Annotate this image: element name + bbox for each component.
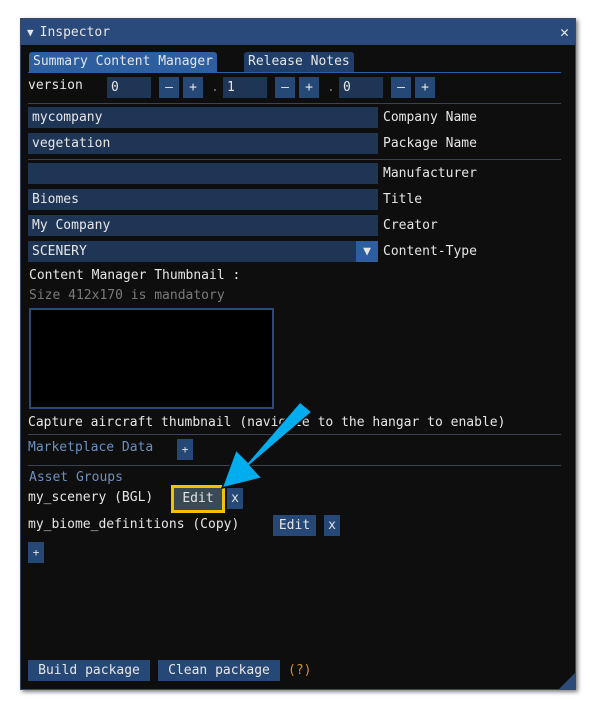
arrow-icon [221,401,313,489]
arrow-annotation [221,401,313,489]
